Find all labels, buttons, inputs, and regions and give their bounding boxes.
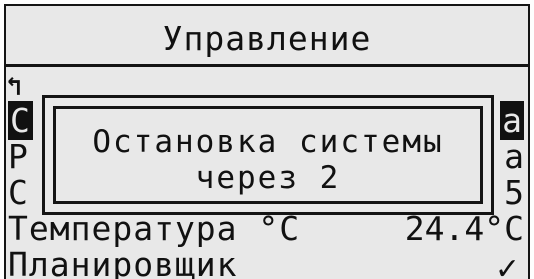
lcd-screen: Управление ↰ С а Р а С 5 Температура °C … [4,4,530,279]
menu-row-3-label[interactable]: С [8,176,29,209]
temperature-row-label[interactable]: Температура °C [8,212,300,245]
dialog-message-line-1: Остановка системы [92,124,444,160]
back-arrow-icon[interactable]: ↰ [6,74,22,100]
menu-row-1-value: а [500,101,524,140]
page-title: Управление [162,19,372,58]
scheduler-row-label[interactable]: Планировщик [8,248,238,279]
scheduler-check-icon: ✓ [494,252,520,279]
menu-row-2-value: а [504,137,524,176]
system-stop-dialog: Остановка системы через 2 [42,95,494,215]
dialog-inner-border: Остановка системы через 2 [53,106,483,204]
menu-row-1-label[interactable]: С [8,101,33,140]
menu-row-1-value-text: а [500,101,524,140]
menu-row-1-label-text: С [8,101,33,140]
dialog-message-line-2: через 2 [195,160,341,196]
menu-row-2-label[interactable]: Р [8,140,29,173]
temperature-row-value: 24.4°C [404,209,524,248]
title-divider [4,64,530,67]
menu-row-3-value: 5 [504,173,524,212]
